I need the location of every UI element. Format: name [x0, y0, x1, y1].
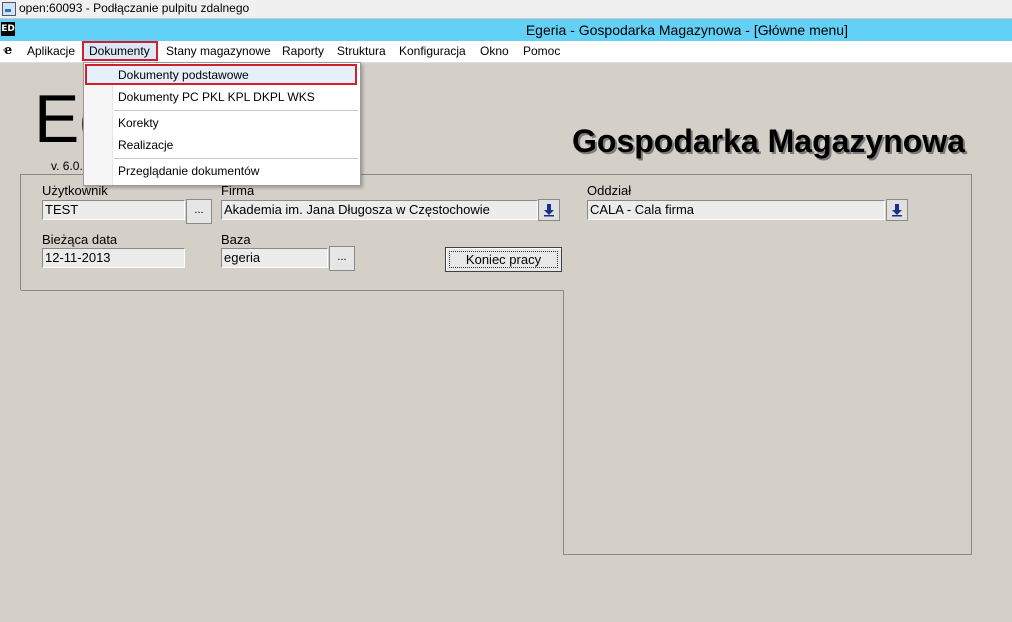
exit-button[interactable]: Koniec pracy	[445, 247, 562, 272]
version-label: v. 6.0.	[51, 159, 83, 173]
dropdown-item-realizacje[interactable]: Realizacje	[118, 138, 173, 152]
branch-panel	[563, 174, 972, 555]
oddzial-field[interactable]: CALA - Cala firma	[587, 200, 885, 220]
menu-dokumenty[interactable]: Dokumenty	[89, 44, 150, 58]
login-panel-bottom-border	[21, 290, 564, 291]
menu-konfiguracja[interactable]: Konfiguracja	[399, 44, 466, 58]
oddzial-label: Oddział	[587, 183, 632, 198]
download-arrow-icon	[892, 204, 902, 217]
firma-field[interactable]: Akademia im. Jana Długosza w Częstochowi…	[221, 200, 538, 220]
date-field[interactable]: 12-11-2013	[42, 248, 185, 268]
dropdown-item-korekty[interactable]: Korekty	[118, 116, 159, 130]
menu-struktura[interactable]: Struktura	[337, 44, 386, 58]
user-select-button[interactable]: ...	[186, 199, 212, 224]
menu-aplikacje[interactable]: Aplikacje	[27, 44, 75, 58]
dropdown-item-dokumenty-pc[interactable]: Dokumenty PC PKL KPL DKPL WKS	[118, 90, 315, 104]
app-titlebar: ED Egeria - Gospodarka Magazynowa - [Głó…	[0, 19, 1012, 41]
remote-desktop-title: open:60093 - Podłączanie pulpitu zdalneg…	[19, 1, 250, 15]
menu-raporty[interactable]: Raporty	[282, 44, 324, 58]
user-field[interactable]: TEST	[42, 200, 185, 220]
remote-desktop-titlebar: open:60093 - Podłączanie pulpitu zdalneg…	[0, 0, 1012, 19]
page-heading: Gospodarka Magazynowa	[572, 123, 965, 159]
dropdown-item-dokumenty-podstawowe[interactable]: Dokumenty podstawowe	[118, 68, 249, 82]
oddzial-dropdown-button[interactable]	[886, 199, 908, 221]
dropdown-item-przegladanie[interactable]: Przeglądanie dokumentów	[118, 164, 259, 178]
dropdown-separator	[114, 158, 358, 159]
date-label: Bieżąca data	[42, 232, 118, 247]
menu-bar: • e Aplikacje Dokumenty Stany magazynowe …	[0, 41, 1012, 63]
download-arrow-icon	[544, 204, 554, 217]
remote-desktop-icon	[2, 2, 16, 16]
baza-select-button[interactable]: ...	[329, 246, 355, 271]
app-icon[interactable]: ED	[1, 22, 15, 36]
baza-field[interactable]: egeria	[221, 248, 328, 268]
egeria-logo-icon[interactable]: • e	[2, 43, 12, 58]
dropdown-separator	[114, 110, 358, 111]
menu-okno[interactable]: Okno	[480, 44, 509, 58]
app-title: Egeria - Gospodarka Magazynowa - [Główne…	[525, 22, 848, 38]
exit-button-label: Koniec pracy	[449, 251, 558, 268]
dokumenty-dropdown: Dokumenty podstawowe Dokumenty PC PKL KP…	[83, 62, 361, 186]
menu-stany-magazynowe[interactable]: Stany magazynowe	[166, 44, 271, 58]
firma-dropdown-button[interactable]	[538, 199, 560, 221]
baza-label: Baza	[221, 232, 251, 247]
branch-panel-left-border	[563, 291, 564, 555]
menu-pomoc[interactable]: Pomoc	[523, 44, 560, 58]
